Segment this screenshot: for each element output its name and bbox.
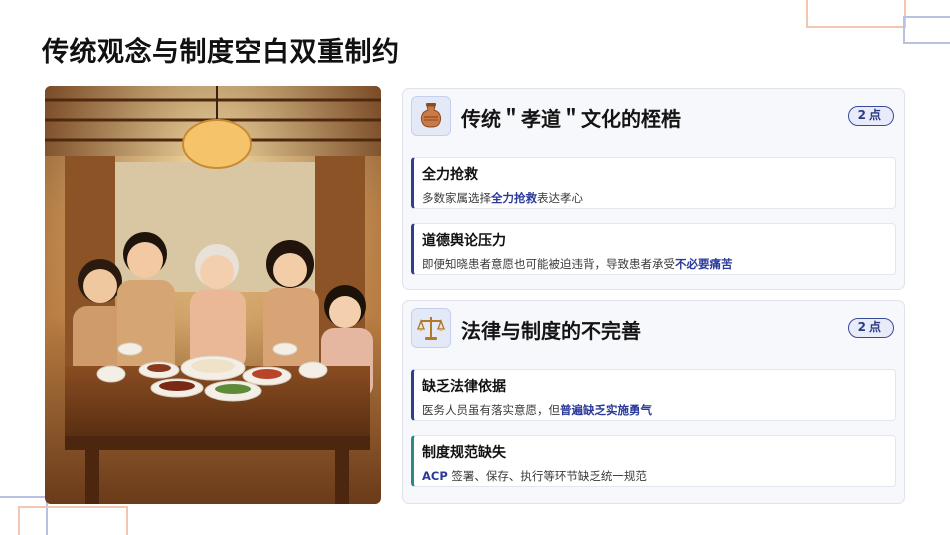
corner-decoration <box>903 16 950 44</box>
list-item: 全力抢救 多数家属选择全力抢救表达孝心 <box>411 157 896 209</box>
list-item: 制度规范缺失 ACP 签署、保存、执行等环节缺乏统一规范 <box>411 435 896 487</box>
item-description: 多数家属选择全力抢救表达孝心 <box>422 191 583 205</box>
list-item: 缺乏法律依据 医务人员虽有落实意愿，但普遍缺乏实施勇气 <box>411 369 896 421</box>
item-title: 全力抢救 <box>422 167 478 183</box>
corner-decoration <box>18 506 128 535</box>
badge-number: 2 <box>857 108 866 122</box>
card-legal-system: 法律与制度的不完善 2点 缺乏法律依据 医务人员虽有落实意愿，但普遍缺乏实施勇气… <box>402 300 905 504</box>
highlight-text: 普遍缺乏实施勇气 <box>560 403 652 417</box>
badge-unit: 点 <box>868 320 881 334</box>
card-header: 传统＂孝道＂文化的桎梏 2点 <box>411 96 896 138</box>
card-filial-piety: 传统＂孝道＂文化的桎梏 2点 全力抢救 多数家属选择全力抢救表达孝心 道德舆论压… <box>402 88 905 290</box>
item-title: 制度规范缺失 <box>422 445 506 461</box>
item-description: 医务人员虽有落实意愿，但普遍缺乏实施勇气 <box>422 403 652 417</box>
badge-unit: 点 <box>868 108 881 122</box>
count-badge: 2点 <box>847 318 894 338</box>
card-title: 传统＂孝道＂文化的桎梏 <box>461 107 681 131</box>
item-title: 缺乏法律依据 <box>422 379 506 395</box>
highlight-text: 全力抢救 <box>491 191 537 205</box>
family-dinner-photo <box>45 86 381 504</box>
corner-decoration <box>806 0 906 28</box>
page-title: 传统观念与制度空白双重制约 <box>42 37 400 68</box>
item-title: 道德舆论压力 <box>422 233 506 249</box>
list-item: 道德舆论压力 即便知晓患者意愿也可能被迫违背，导致患者承受不必要痛苦 <box>411 223 896 275</box>
item-description: ACP 签署、保存、执行等环节缺乏统一规范 <box>422 469 647 483</box>
card-title: 法律与制度的不完善 <box>461 319 641 343</box>
count-badge: 2点 <box>847 106 894 126</box>
item-description: 即便知晓患者意愿也可能被迫违背，导致患者承受不必要痛苦 <box>422 257 733 271</box>
highlight-text: 不必要痛苦 <box>675 257 733 271</box>
vase-icon <box>411 96 451 136</box>
card-header: 法律与制度的不完善 2点 <box>411 308 896 350</box>
badge-number: 2 <box>857 320 866 334</box>
scales-icon <box>411 308 451 348</box>
highlight-text: ACP <box>422 469 448 483</box>
